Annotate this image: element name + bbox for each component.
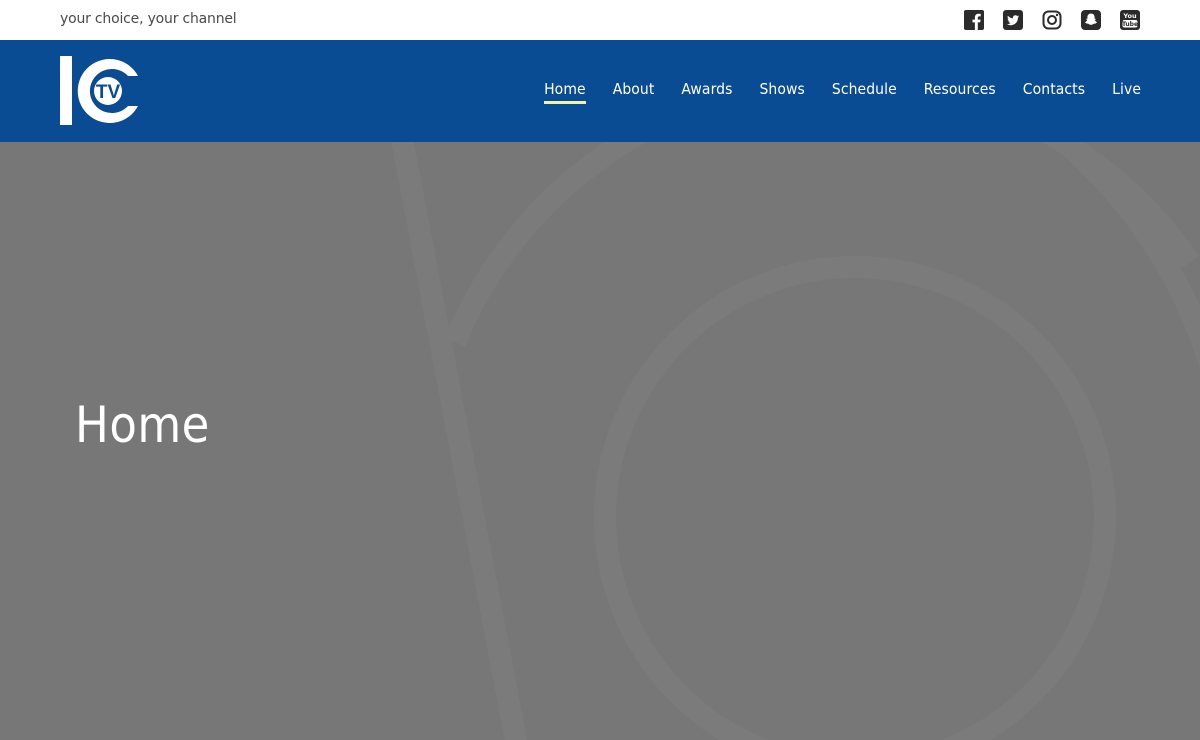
top-bar: your choice, your channel You Tube	[0, 0, 1200, 40]
tagline: your choice, your channel	[60, 11, 237, 27]
nav-contacts[interactable]: Contacts	[1023, 80, 1085, 104]
site-header: TV Home About Awards Shows Schedule Reso…	[0, 40, 1200, 142]
facebook-icon[interactable]	[964, 10, 984, 30]
svg-text:TV: TV	[96, 82, 121, 103]
main-nav: Home About Awards Shows Schedule Resourc…	[544, 80, 1141, 104]
svg-text:Tube: Tube	[1122, 21, 1138, 28]
nav-live[interactable]: Live	[1112, 80, 1141, 104]
page-title: Home	[75, 396, 210, 454]
snapchat-icon[interactable]	[1081, 10, 1101, 30]
hero-banner: Home	[0, 142, 1200, 740]
twitter-icon[interactable]	[1003, 10, 1023, 30]
nav-resources[interactable]: Resources	[924, 80, 996, 104]
svg-text:You: You	[1122, 12, 1137, 20]
nav-home[interactable]: Home	[544, 80, 586, 104]
nav-awards[interactable]: Awards	[681, 80, 732, 104]
youtube-icon[interactable]: You Tube	[1120, 10, 1140, 30]
nav-about[interactable]: About	[613, 80, 655, 104]
social-links: You Tube	[964, 10, 1140, 30]
nav-shows[interactable]: Shows	[759, 80, 804, 104]
nav-schedule[interactable]: Schedule	[832, 80, 897, 104]
ictv-logo[interactable]: TV	[60, 56, 140, 126]
instagram-icon[interactable]	[1042, 10, 1062, 30]
